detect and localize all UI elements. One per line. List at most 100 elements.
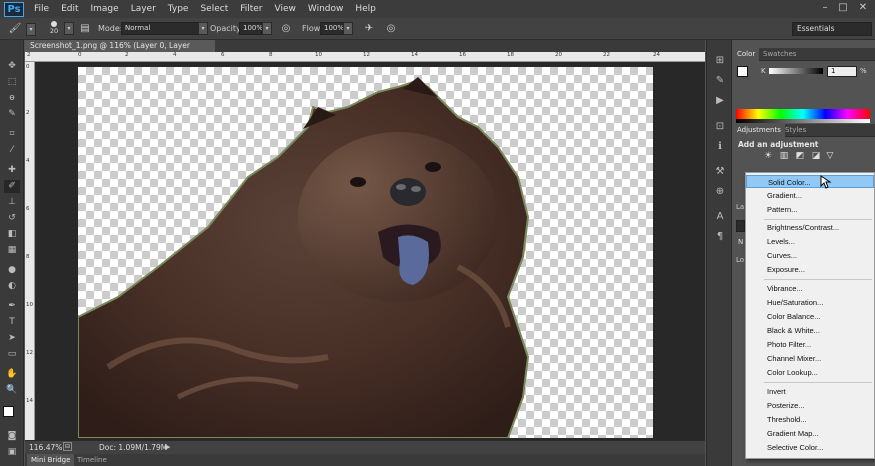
maximize-icon[interactable]: □ [836, 2, 850, 14]
mode-select[interactable]: Normal [121, 22, 199, 35]
foreground-color-swatch[interactable] [3, 406, 14, 417]
lasso-icon[interactable]: ɵ [4, 92, 20, 105]
k-slider-track[interactable] [769, 68, 823, 74]
tab-swatches[interactable]: Swatches [759, 48, 800, 61]
menu-item-curves[interactable]: Curves... [746, 249, 874, 262]
layer-filter-box[interactable] [736, 220, 745, 232]
exposure-icon[interactable]: ◪ [810, 151, 822, 162]
airbrush-icon[interactable]: ✈ [362, 22, 376, 36]
healing-icon[interactable]: ✚ [4, 164, 20, 177]
dodge-icon[interactable]: ◐ [4, 280, 20, 293]
menu-file[interactable]: File [28, 0, 55, 18]
document-tab[interactable]: Screenshot_1.png @ 116% (Layer 0, Layer … [25, 40, 215, 62]
menu-image[interactable]: Image [85, 0, 125, 18]
menu-item-pattern[interactable]: Pattern... [746, 203, 874, 216]
menu-item-selective-color[interactable]: Selective Color... [746, 441, 874, 454]
mode-dropdown-icon[interactable]: ▾ [198, 22, 208, 35]
type-icon[interactable]: T [4, 316, 20, 329]
zoom-icon[interactable]: 🔍 [4, 384, 20, 397]
opacity-dropdown-icon[interactable]: ▾ [262, 22, 272, 35]
menu-item-invert[interactable]: Invert [746, 385, 874, 398]
blur-icon[interactable]: ● [4, 264, 20, 277]
menu-select[interactable]: Select [194, 0, 234, 18]
quick-mask-icon[interactable]: ◙ [4, 430, 20, 443]
brush-icon[interactable]: ✐ [4, 180, 20, 193]
history-icon[interactable]: ⊞ [713, 54, 727, 68]
quick-select-icon[interactable]: ✎ [4, 108, 20, 121]
pressure-opacity-icon[interactable]: ◎ [279, 22, 293, 36]
menu-type[interactable]: Type [162, 0, 195, 18]
brush-size-picker[interactable]: 20 [44, 20, 64, 38]
menu-filter[interactable]: Filter [234, 0, 268, 18]
menu-item-black-white[interactable]: Black & White... [746, 324, 874, 337]
brush-panel-icon[interactable]: ▤ [78, 22, 92, 36]
layers-tab-partial[interactable]: La [736, 203, 744, 211]
brush-size-dropdown[interactable]: ▾ [64, 22, 74, 35]
color-panel-foreground-swatch[interactable] [737, 66, 748, 77]
zoom-level[interactable]: 116.47% [29, 443, 62, 452]
levels-icon[interactable]: ▥ [778, 151, 790, 162]
clone-source-icon[interactable]: ⊕ [713, 185, 727, 199]
menu-edit[interactable]: Edit [55, 0, 84, 18]
opacity-input[interactable]: 100% [239, 22, 263, 35]
info-icon[interactable]: ℹ [713, 140, 727, 154]
status-menu-icon[interactable]: ⊟ [63, 442, 72, 451]
tab-color[interactable]: Color [733, 48, 760, 61]
menu-item-posterize[interactable]: Posterize... [746, 399, 874, 412]
menu-help[interactable]: Help [349, 0, 382, 18]
marquee-icon[interactable]: ⬚ [4, 76, 20, 89]
menu-item-color-lookup[interactable]: Color Lookup... [746, 366, 874, 379]
menu-item-brightness-contrast[interactable]: Brightness/Contrast... [746, 221, 874, 234]
shape-icon[interactable]: ▭ [4, 348, 20, 361]
eyedropper-icon[interactable]: ⁄ [4, 144, 20, 157]
menu-item-color-balance[interactable]: Color Balance... [746, 310, 874, 323]
menu-layer[interactable]: Layer [125, 0, 162, 18]
ruler-horizontal[interactable]: 2 0 2 4 6 8 10 12 14 16 18 20 22 24 [25, 52, 705, 62]
tool-preset-dropdown[interactable]: ▾ [26, 23, 36, 36]
menu-item-levels[interactable]: Levels... [746, 235, 874, 248]
menu-item-channel-mixer[interactable]: Channel Mixer... [746, 352, 874, 365]
menu-item-gradient[interactable]: Gradient... [746, 189, 874, 202]
menu-item-threshold[interactable]: Threshold... [746, 413, 874, 426]
curves-icon[interactable]: ◩ [794, 151, 806, 162]
path-select-icon[interactable]: ➤ [4, 332, 20, 345]
tab-timeline[interactable]: Timeline [73, 454, 111, 466]
ruler-vertical[interactable]: 0 2 4 6 8 10 12 14 [25, 62, 35, 440]
screen-mode-icon[interactable]: ▣ [4, 446, 20, 459]
tab-styles[interactable]: Styles [781, 124, 810, 137]
vibrance-icon[interactable]: ▽ [824, 151, 836, 162]
brush-preset-icon[interactable]: 🖌 [8, 22, 22, 36]
eraser-icon[interactable]: ◧ [4, 228, 20, 241]
blend-mode-partial[interactable]: N [738, 238, 743, 246]
gradient-icon[interactable]: ▦ [4, 244, 20, 257]
stamp-icon[interactable]: ⊥ [4, 196, 20, 209]
close-icon[interactable]: ✕ [856, 2, 870, 14]
character-icon[interactable]: A [713, 210, 727, 224]
flow-input[interactable]: 100% [320, 22, 344, 35]
menu-item-solid-color[interactable]: Solid Color... [746, 175, 874, 188]
hand-icon[interactable]: ✋ [4, 368, 20, 381]
pressure-size-icon[interactable]: ◎ [384, 22, 398, 36]
tab-adjustments[interactable]: Adjustments [733, 124, 785, 137]
brush-panel-icon[interactable]: ⚒ [713, 165, 727, 179]
grayscale-ramp[interactable] [736, 119, 870, 123]
menu-item-exposure[interactable]: Exposure... [746, 263, 874, 276]
flow-dropdown-icon[interactable]: ▾ [343, 22, 353, 35]
menu-item-vibrance[interactable]: Vibrance... [746, 282, 874, 295]
menu-item-gradient-map[interactable]: Gradient Map... [746, 427, 874, 440]
status-arrow-icon[interactable]: ▶ [165, 443, 170, 451]
document-canvas[interactable] [78, 67, 653, 438]
properties-icon[interactable]: ✎ [713, 74, 727, 88]
tab-mini-bridge[interactable]: Mini Bridge [27, 454, 75, 466]
minimize-icon[interactable]: – [818, 2, 832, 14]
menu-view[interactable]: View [269, 0, 302, 18]
menu-item-photo-filter[interactable]: Photo Filter... [746, 338, 874, 351]
paragraph-icon[interactable]: ¶ [713, 230, 727, 244]
brightness-icon[interactable]: ☀ [762, 151, 774, 162]
crop-icon[interactable]: ⌗ [4, 128, 20, 141]
pen-icon[interactable]: ✒ [4, 300, 20, 313]
history-brush-icon[interactable]: ↺ [4, 212, 20, 225]
k-value-input[interactable]: 1 [827, 66, 857, 77]
workspace-select[interactable]: Essentials [792, 22, 872, 36]
menu-item-hue-saturation[interactable]: Hue/Saturation... [746, 296, 874, 309]
